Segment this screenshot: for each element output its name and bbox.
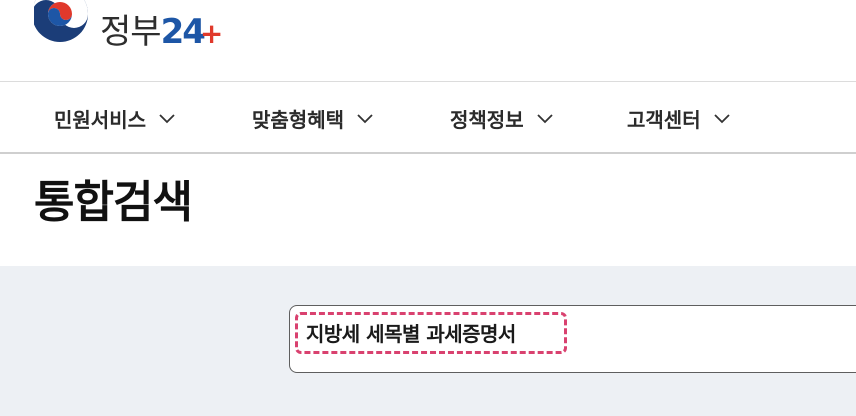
nav-item-civil-services[interactable]: 민원서비스	[54, 104, 176, 133]
search-input[interactable]: 지방세 세목별 과세증명서	[289, 305, 856, 373]
chevron-down-icon	[357, 113, 373, 123]
chevron-down-icon	[536, 113, 553, 123]
search-area: 지방세 세목별 과세증명서	[0, 266, 856, 416]
nav-item-label: 민원서비스	[54, 108, 146, 132]
nav-item-label: 맞춤형혜택	[252, 108, 344, 132]
nav-item-customer-center[interactable]: 고객센터	[627, 104, 731, 133]
page-title: 통합검색	[34, 177, 193, 228]
logo-text-number: 24	[160, 12, 206, 52]
gov24-logo[interactable]: 정부24+	[34, 0, 223, 52]
nav-item-policy-info[interactable]: 정책정보	[450, 104, 554, 133]
main-navigation: 민원서비스 맞춤형혜택 정책정보 고객센터	[0, 82, 856, 152]
nav-item-label: 고객센터	[627, 108, 701, 132]
site-header: 정부24+	[0, 0, 856, 81]
nav-item-custom-benefits[interactable]: 맞춤형혜택	[252, 104, 374, 133]
nav-divider	[0, 152, 856, 154]
nav-item-label: 정책정보	[450, 108, 524, 132]
chevron-down-icon	[713, 113, 730, 123]
search-input-value: 지방세 세목별 과세증명서	[306, 322, 516, 346]
logo-text-korean: 정부	[100, 12, 162, 52]
chevron-down-icon	[159, 113, 175, 123]
logo-plus: +	[199, 17, 223, 50]
logo-wordmark: 정부24+	[100, 4, 223, 53]
taegeuk-emblem-icon	[34, 0, 88, 42]
